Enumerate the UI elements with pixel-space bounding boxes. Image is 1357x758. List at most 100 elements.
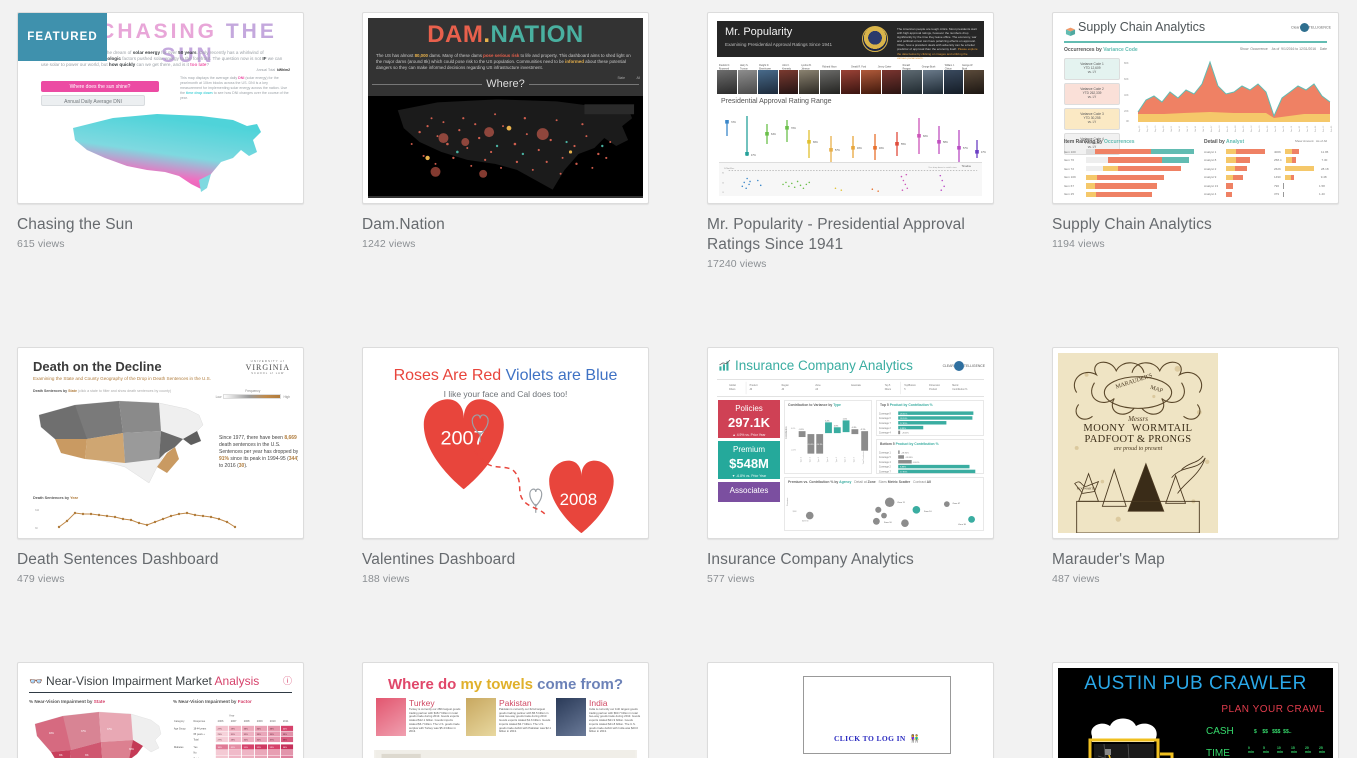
svg-text:38%: 38% bbox=[244, 729, 248, 731]
kpi-card: Variance Code 3 YTD 30,255 vs. LY bbox=[1064, 108, 1120, 130]
svg-text:35%: 35% bbox=[244, 740, 248, 742]
svg-text:Global: Global bbox=[729, 385, 736, 387]
viz-section-3: Detail by Analyst bbox=[1204, 139, 1245, 145]
gallery-card-marauders-map[interactable]: MARAUDER'S MAP HOGWARTS Messrs MOONY WOR… bbox=[1052, 347, 1339, 585]
svg-text:27%: 27% bbox=[218, 740, 222, 742]
gallery-card-death-sentences[interactable]: Death on the Decline Examining the State… bbox=[17, 347, 304, 585]
svg-text:HOGWARTS: HOGWARTS bbox=[1077, 486, 1096, 490]
country-block-pakistan: Pakistan Pakistan is currently our 62nd … bbox=[466, 698, 552, 736]
svg-text:Yes: Yes bbox=[193, 746, 198, 749]
svg-text:28.31%: 28.31% bbox=[900, 413, 907, 415]
thumbnail-frame[interactable]: Mr. Popularity Examining Presidential Ap… bbox=[707, 12, 994, 204]
gallery-card-dam-nation[interactable]: DAM.NATION The US has almost 80,000 dams… bbox=[362, 12, 649, 250]
viz-line-1: Messrs bbox=[1128, 415, 1148, 423]
thumbnail-frame[interactable]: Roses Are Red Violets are Blue I like yo… bbox=[362, 347, 649, 539]
viz-controls-2[interactable]: Show Amount As of All bbox=[1295, 139, 1327, 143]
thumbnail-frame[interactable]: Supply Chain Analytics Clear TELLIGENCE O… bbox=[1052, 12, 1339, 204]
viz-trade-map: Turkey Pakistan India China bbox=[374, 750, 637, 758]
svg-text:38%: 38% bbox=[283, 740, 287, 742]
svg-text:Premium: Premium bbox=[786, 497, 789, 506]
thumbnail-frame[interactable]: Where do my towels come from? Turkey Tur… bbox=[362, 662, 649, 758]
thumbnail-frame[interactable]: MARAUDER'S MAP HOGWARTS Messrs MOONY WOR… bbox=[1052, 347, 1339, 539]
bar-row: Analyst 9 1490 9.48 bbox=[1204, 174, 1327, 181]
card-title[interactable]: Mr. Popularity - Presidential Approval R… bbox=[707, 215, 994, 255]
viz-headline: Death on the Decline bbox=[33, 359, 162, 374]
svg-text:Response: Response bbox=[193, 719, 205, 723]
svg-text:3.4%: 3.4% bbox=[825, 420, 830, 422]
svg-text:Coverage 2: Coverage 2 bbox=[879, 466, 892, 469]
svg-text:2010: 2010 bbox=[270, 719, 276, 723]
viz-pill-secondary: Annual Daily Average DNI bbox=[41, 95, 145, 106]
svg-text:-5.1%: -5.1% bbox=[860, 429, 865, 431]
card-views: 1242 views bbox=[362, 238, 416, 250]
brand-logo: Clear TELLIGENCE bbox=[1291, 23, 1331, 32]
viz-headline: Insurance Company Analytics bbox=[735, 358, 913, 373]
thumbnail-frame[interactable]: DAM.NATION The US has almost 80,000 dams… bbox=[362, 12, 649, 204]
svg-text:Product: Product bbox=[750, 384, 758, 387]
viz-line-2: MOONY WORMTAIL bbox=[1083, 423, 1193, 434]
svg-text:Type 5: Type 5 bbox=[836, 457, 838, 462]
viz-section-1: Death Sentences by State (click a state … bbox=[33, 389, 172, 393]
gallery-card-towels[interactable]: Where do my towels come from? Turkey Tur… bbox=[362, 662, 649, 758]
time-options[interactable]: 0 min bbox=[1248, 746, 1254, 754]
svg-text:Jan 02: Jan 02 bbox=[1275, 125, 1277, 132]
svg-text:Filters: Filters bbox=[885, 388, 892, 391]
card-title[interactable]: Supply Chain Analytics bbox=[1052, 215, 1339, 235]
svg-text:Jan 16: Jan 16 bbox=[1291, 125, 1293, 132]
viz-headline: Supply Chain Analytics bbox=[1078, 20, 1206, 34]
cash-options[interactable]: $ $$ $$$ $$.. bbox=[1254, 729, 1292, 735]
heart-label-2007: 2007 bbox=[440, 427, 484, 449]
viz-headline: AUSTIN PUB CRAWLER bbox=[1084, 673, 1307, 694]
heart-label-2008: 2008 bbox=[560, 490, 598, 509]
president-portrait-row[interactable] bbox=[717, 70, 984, 94]
svg-text:Year: Year bbox=[229, 714, 235, 718]
svg-text:Nov 28: Nov 28 bbox=[1235, 125, 1237, 132]
gallery-card-valentines[interactable]: Roses Are Red Violets are Blue I like yo… bbox=[362, 347, 649, 585]
svg-text:Gerald R. Ford: Gerald R. Ford bbox=[851, 65, 867, 68]
viz-section-2: Item Ranking by Occurrences bbox=[1064, 139, 1135, 145]
svg-text:Coverage 8: Coverage 8 bbox=[879, 412, 892, 415]
card-views: 577 views bbox=[707, 573, 755, 585]
thumbnail-frame[interactable]: AUSTIN PUB CRAWLER PLAN YOUR CRAWL CASH … bbox=[1052, 662, 1339, 758]
svg-text:Sep 19: Sep 19 bbox=[1155, 125, 1157, 132]
gallery-card-austin-pub-crawler[interactable]: AUSTIN PUB CRAWLER PLAN YOUR CRAWL CASH … bbox=[1052, 662, 1339, 758]
svg-text:2007: 2007 bbox=[231, 719, 237, 723]
card-title[interactable]: Death Sentences Dashboard bbox=[17, 550, 304, 570]
login-label[interactable]: CLICK TO LOG IN 👫 bbox=[803, 734, 951, 743]
kpi-premium: Premium $548M ▼ -6.8% vs. Prior Year bbox=[718, 441, 780, 479]
viz-preview-death-sentences: Death on the Decline Examining the State… bbox=[23, 353, 298, 533]
card-title[interactable]: Valentines Dashboard bbox=[362, 550, 649, 570]
svg-text:Dec 05: Dec 05 bbox=[1243, 125, 1245, 132]
card-title[interactable]: Dam.Nation bbox=[362, 215, 649, 235]
card-title[interactable]: Chasing the Sun bbox=[17, 215, 304, 235]
gallery-card-insurance-analytics[interactable]: Insurance Company Analytics CLEAR TELLIGE… bbox=[707, 347, 994, 585]
viz-controls[interactable]: Show Occurrence As of 9/1/2016 to 12/31/… bbox=[1240, 47, 1327, 51]
svg-text:-10.3%: -10.3% bbox=[807, 444, 813, 446]
svg-text:47%: 47% bbox=[981, 151, 986, 154]
viz-preview-word-tracker: CLICK TO LOG IN 👫 Welcome to Cal's Word … bbox=[713, 668, 988, 758]
svg-text:Use drop down to switch view: Use drop down to switch view bbox=[929, 166, 957, 169]
card-title[interactable]: Insurance Company Analytics bbox=[707, 550, 994, 570]
thumbnail-frame[interactable]: CLICK TO LOG IN 👫 Welcome to Cal's Word … bbox=[707, 662, 994, 758]
thumbnail-frame[interactable]: FEATURED CHASING THE SUN Americans have … bbox=[17, 12, 304, 204]
svg-text:Oct 17: Oct 17 bbox=[1186, 125, 1189, 132]
gallery-card-near-vision-impairment[interactable]: 👓 Near-Vision Impairment Market Analysis… bbox=[17, 662, 304, 758]
kpi-card: Variance Code 2 YTD 262,339 vs. LY bbox=[1064, 83, 1120, 105]
svg-text:Type 4: Type 4 bbox=[827, 457, 829, 462]
viz-filter-bar[interactable]: Global Filters Product All Region All Zone A… bbox=[717, 379, 984, 397]
gallery-card-mr-popularity[interactable]: Mr. Popularity Examining Presidential Ap… bbox=[707, 12, 994, 270]
viz-section-1: % Near-Vision Impairment by State bbox=[29, 699, 105, 704]
viz-subhead: Examining the State and County Geography… bbox=[33, 376, 211, 381]
svg-text:Nov 21: Nov 21 bbox=[1227, 125, 1229, 132]
thumbnail-frame[interactable]: Death on the Decline Examining the State… bbox=[17, 347, 304, 539]
gallery-card-supply-chain-analytics[interactable]: Supply Chain Analytics Clear TELLIGENCE O… bbox=[1052, 12, 1339, 250]
thumbnail-frame[interactable]: 👓 Near-Vision Impairment Market Analysis… bbox=[17, 662, 304, 758]
gallery-card-chasing-the-sun[interactable]: FEATURED CHASING THE SUN Americans have … bbox=[17, 12, 304, 250]
svg-text:0.8%: 0.8% bbox=[834, 425, 839, 427]
thumbnail-frame[interactable]: Insurance Company Analytics CLEAR TELLIGE… bbox=[707, 347, 994, 539]
card-title[interactable]: Marauder's Map bbox=[1052, 550, 1339, 570]
bar-row: Analyst 13 796 1.58 bbox=[1204, 183, 1325, 189]
svg-text:Coverage 4: Coverage 4 bbox=[879, 461, 892, 464]
svg-text:Timeline: Timeline bbox=[962, 165, 972, 168]
gallery-card-cals-word-tracker[interactable]: CLICK TO LOG IN 👫 Welcome to Cal's Word … bbox=[707, 662, 994, 758]
